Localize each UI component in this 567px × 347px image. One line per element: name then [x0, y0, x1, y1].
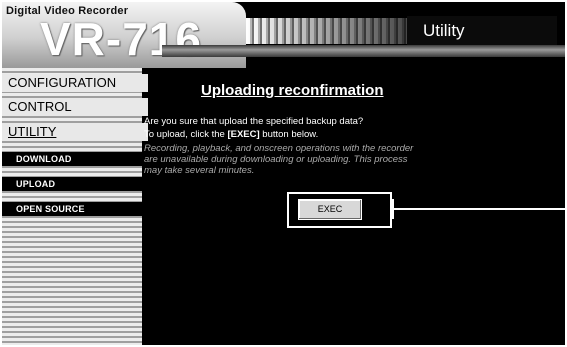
callout-line — [392, 208, 565, 210]
instruction-text: To upload, click the [EXEC] button below… — [144, 129, 318, 140]
exec-button[interactable]: EXEC — [298, 199, 362, 220]
section-title: Utility — [407, 16, 557, 46]
sidebar-item-download[interactable]: DOWNLOAD — [2, 152, 156, 166]
warning-note-line3: may take several minutes. — [144, 165, 255, 176]
warning-note-line1: Recording, playback, and onscreen operat… — [144, 143, 414, 154]
instruction-keyword: [EXEC] — [227, 129, 260, 140]
instruction-prefix: To upload, click the — [144, 129, 228, 140]
page-title: Uploading reconfirmation — [201, 82, 384, 99]
header-divider — [162, 45, 565, 57]
warning-note-line2: are unavailable during downloading or up… — [144, 154, 408, 165]
confirmation-question: Are you sure that upload the specified b… — [144, 116, 364, 127]
sidebar-item-utility[interactable]: UTILITY — [2, 123, 148, 141]
sidebar-item-open-source[interactable]: OPEN SOURCE — [2, 202, 156, 216]
recorder-web-ui: Digital Video Recorder VR-716 Utility CO… — [2, 2, 565, 345]
product-logo: Digital Video Recorder VR-716 — [2, 2, 246, 68]
sidebar-item-configuration[interactable]: CONFIGURATION — [2, 74, 148, 92]
instruction-suffix: button below. — [259, 129, 319, 140]
sidebar-item-control[interactable]: CONTROL — [2, 98, 148, 116]
sidebar: CONFIGURATION CONTROL UTILITY DOWNLOAD U… — [2, 68, 156, 345]
header-stripe-decoration — [246, 18, 426, 44]
sidebar-item-upload[interactable]: UPLOAD — [2, 177, 156, 191]
